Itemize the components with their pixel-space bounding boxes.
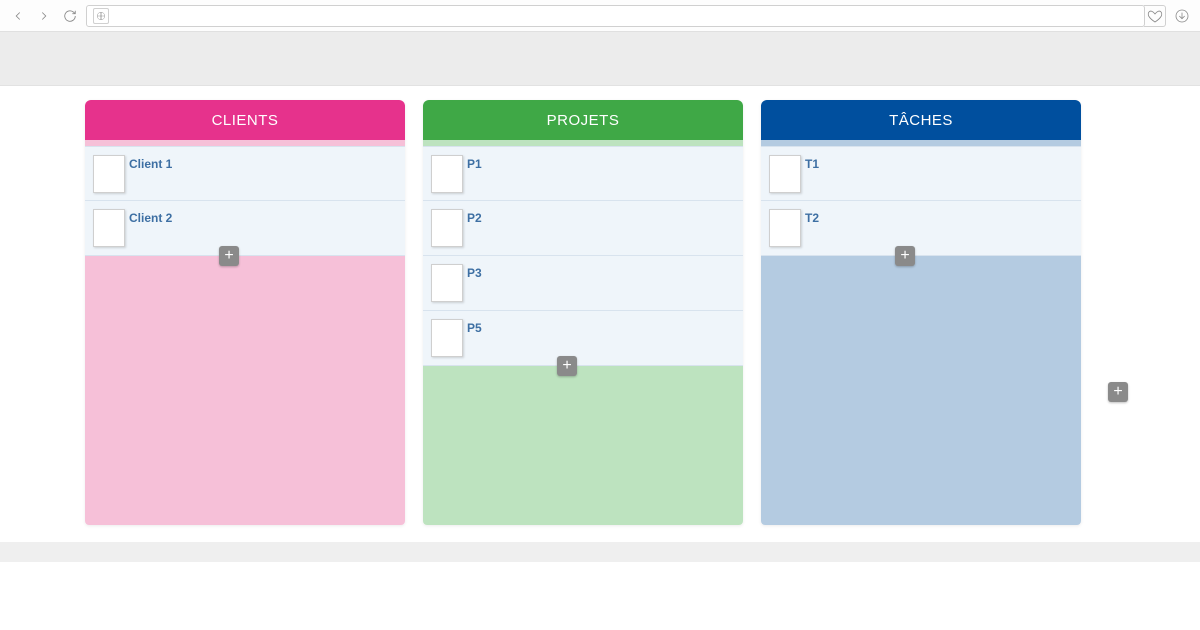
browser-chrome [0,0,1200,32]
add-column-button[interactable]: + [1108,382,1128,402]
thumbnail-icon [431,264,463,302]
item-label: T1 [805,157,819,171]
item-label: P5 [467,321,482,335]
column-header-clients: CLIENTS [85,100,405,140]
column-header-taches: TÂCHES [761,100,1081,140]
globe-icon [93,8,109,24]
add-item-button[interactable]: + [219,246,239,266]
items-list: Client 1 Client 2 [85,140,405,256]
items-list: T1 T2 [761,140,1081,256]
list-item[interactable]: P2 [423,201,743,256]
reload-button[interactable] [60,6,80,26]
list-item[interactable]: T2 [761,201,1081,256]
board: CLIENTSClient 1Client 2+PROJETSP1P2P3P5+… [0,86,1200,545]
column-body-projets: P1 P2 P3 P5 + [423,140,743,525]
thumbnail-icon [431,319,463,357]
add-item-button[interactable]: + [557,356,577,376]
list-item[interactable]: Client 1 [85,146,405,201]
thumbnail-icon [93,155,125,193]
column-projets: PROJETS P1 P2 P3 P5 + [423,100,743,525]
column-taches: TÂCHES T1 T2 + [761,100,1081,525]
item-label: P3 [467,266,482,280]
thumbnail-icon [769,155,801,193]
list-item[interactable]: P5 [423,311,743,366]
url-input[interactable] [115,9,1138,23]
list-item[interactable]: P1 [423,146,743,201]
item-label: Client 1 [129,157,172,171]
list-item[interactable]: P3 [423,256,743,311]
column-header-projets: PROJETS [423,100,743,140]
item-label: P2 [467,211,482,225]
item-label: Client 2 [129,211,172,225]
list-item[interactable]: T1 [761,146,1081,201]
url-field[interactable] [86,5,1145,27]
column-body-clients: Client 1 Client 2 + [85,140,405,525]
add-item-button[interactable]: + [895,246,915,266]
item-label: P1 [467,157,482,171]
list-item[interactable]: Client 2 [85,201,405,256]
app-toolbar [0,32,1200,86]
items-list: P1 P2 P3 P5 [423,140,743,366]
back-button[interactable] [8,6,28,26]
item-label: T2 [805,211,819,225]
favorite-button[interactable] [1144,5,1166,27]
column-body-taches: T1 T2 + [761,140,1081,525]
download-button[interactable] [1172,6,1192,26]
thumbnail-icon [769,209,801,247]
columns-container: CLIENTSClient 1Client 2+PROJETSP1P2P3P5+… [85,100,1115,525]
column-clients: CLIENTS Client 1 Client 2 + [85,100,405,525]
thumbnail-icon [93,209,125,247]
thumbnail-icon [431,155,463,193]
thumbnail-icon [431,209,463,247]
footer-strip [0,542,1200,562]
forward-button[interactable] [34,6,54,26]
